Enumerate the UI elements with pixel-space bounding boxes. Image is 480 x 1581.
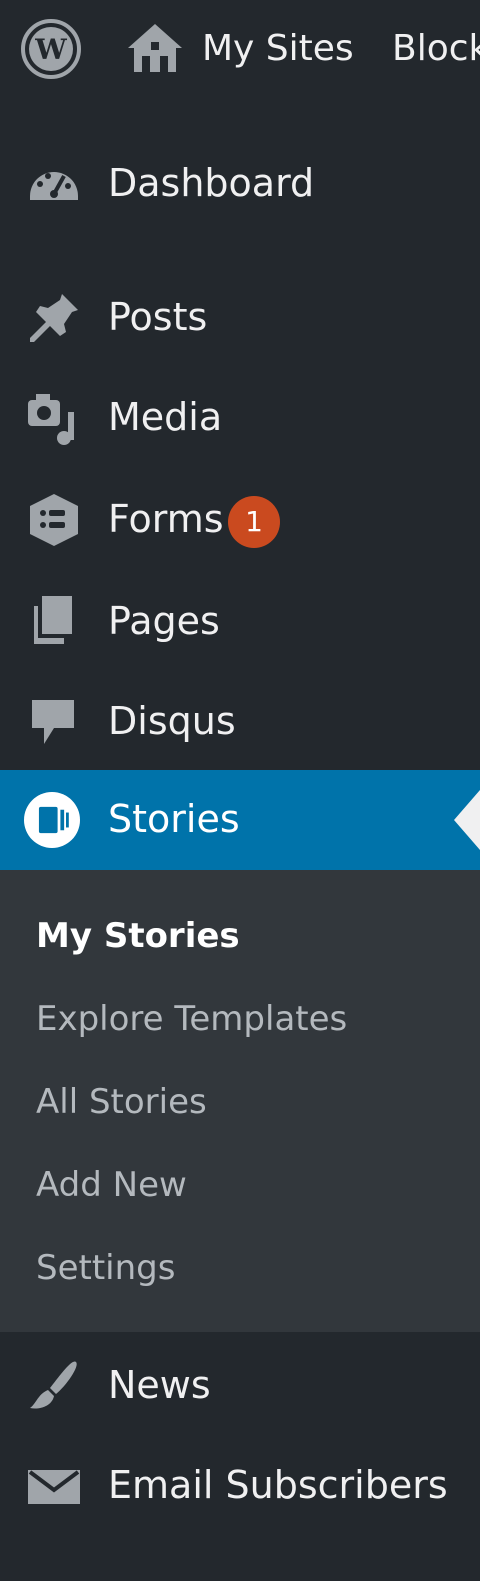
submenu-all-stories[interactable]: All Stories — [36, 1080, 207, 1124]
pushpin-icon — [30, 294, 78, 342]
menu-label-stories: Stories — [108, 797, 240, 841]
menu-item-dashboard[interactable]: Dashboard — [0, 134, 480, 234]
pages-icon — [34, 596, 72, 644]
stories-submenu: My Stories Explore Templates All Stories… — [0, 870, 480, 1332]
admin-top-bar: W My Sites Block — [0, 0, 480, 100]
paintbrush-icon — [30, 1361, 77, 1409]
forms-hexagon-icon — [30, 494, 78, 546]
envelope-icon — [28, 1470, 80, 1504]
menu-item-stories[interactable]: Stories — [0, 770, 480, 870]
forms-notification-badge: 1 — [228, 496, 280, 548]
dashboard-gauge-icon — [30, 172, 78, 200]
menu-label-media: Media — [108, 395, 223, 439]
submenu-my-stories[interactable]: My Stories — [36, 914, 240, 958]
my-sites-link[interactable]: My Sites — [202, 26, 354, 72]
menu-label-posts: Posts — [108, 295, 208, 339]
comment-bubble-icon — [32, 700, 74, 744]
menu-label-disqus: Disqus — [108, 699, 236, 743]
media-camera-music-icon — [28, 394, 74, 445]
current-menu-pointer — [454, 790, 480, 850]
menu-item-news[interactable]: News — [0, 1336, 480, 1436]
my-sites-icon[interactable] — [124, 22, 186, 74]
menu-label-pages: Pages — [108, 599, 220, 643]
menu-label-email-subscribers: Email Subscribers — [108, 1463, 448, 1507]
menu-item-email-subscribers[interactable]: Email Subscribers — [0, 1436, 480, 1536]
submenu-explore-templates[interactable]: Explore Templates — [36, 997, 347, 1041]
submenu-add-new[interactable]: Add New — [36, 1163, 187, 1207]
menu-item-pages[interactable]: Pages — [0, 572, 480, 672]
menu-item-posts[interactable]: Posts — [0, 268, 480, 368]
menu-label-forms: Forms — [108, 497, 224, 541]
menu-item-forms[interactable]: Forms 1 — [0, 470, 480, 570]
menu-item-disqus[interactable]: Disqus — [0, 672, 480, 772]
menu-label-news: News — [108, 1363, 211, 1407]
svg-text:W: W — [34, 33, 67, 66]
stories-icon — [24, 792, 80, 848]
top-bar-next-item[interactable]: Block — [392, 26, 480, 72]
menu-item-media[interactable]: Media — [0, 368, 480, 468]
menu-label-dashboard: Dashboard — [108, 161, 315, 205]
wordpress-logo-icon[interactable]: W — [20, 18, 82, 80]
submenu-settings[interactable]: Settings — [36, 1246, 175, 1290]
